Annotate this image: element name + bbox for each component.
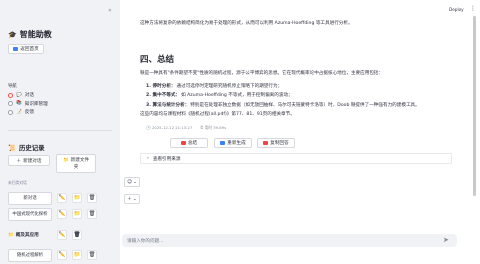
summarize-button[interactable]: 总结 (170, 138, 208, 148)
plus-icon: ＋ (127, 197, 132, 202)
nav-item-feedback[interactable]: 📝 反馈 (8, 108, 48, 117)
move-folder-icon[interactable]: 📁 (72, 250, 82, 260)
conversation-button[interactable]: 中国式现代化探析 (8, 207, 52, 221)
answer-paragraph: 这种方法将复杂的依赖结构简化为易于处理的形式，从而可以利用 Azuma-Hoef… (140, 21, 353, 26)
folder-icon: 📁 (62, 157, 69, 163)
copy-answer-button[interactable]: 复制回答 (257, 138, 295, 148)
move-folder-icon[interactable]: 📁 (72, 193, 82, 203)
chevron-down-icon: ⌄ (132, 196, 137, 202)
books-icon: 📚 (16, 101, 22, 107)
conversation-row: 随机过程解析 ✏️ 📁 🗑 (8, 248, 112, 262)
radio-button[interactable] (8, 101, 13, 107)
sidebar-divider (8, 130, 112, 131)
conversation-row: 新对话 ✏️ 📁 🗑 (8, 191, 112, 205)
history-title: 📜 历史记录 (8, 143, 45, 153)
scrollbar-thumb[interactable] (473, 16, 476, 196)
chevron-right-icon: › (147, 156, 149, 161)
refresh-icon (220, 141, 226, 145)
collapse-sidebar-icon[interactable]: « (108, 8, 112, 14)
nav-radio-group: 💬 对话 📚 知识库管理 📝 反馈 (8, 91, 48, 117)
send-icon[interactable]: ➤ (443, 237, 449, 244)
edit-pencil-icon[interactable]: ✏️ (57, 209, 67, 219)
main-menu-icon[interactable]: ⋮ (470, 5, 476, 12)
radio-button[interactable] (8, 109, 13, 115)
deploy-button[interactable]: Deploy (449, 7, 464, 12)
message-meta: 🕑 2025-12-12 21:13:27 ⏱ 用时 39.89s (146, 125, 227, 130)
move-folder-icon[interactable]: 📁 (72, 209, 82, 219)
attach-button[interactable]: ＋ ⌄ (124, 194, 140, 204)
list-item: 3. 算法与统计分析： 特别是在处理非独立数据（如无放回抽样、马尔可夫链蒙特卡洛等… (146, 102, 420, 108)
smiley-icon: ☺ (127, 179, 132, 185)
clipboard-icon (263, 141, 269, 145)
list-item: 2. 集中不等式：如 Azuma-Hoeffding 不等式，用于控制偏离的波动… (146, 93, 293, 99)
section-heading: 四、总结 (140, 55, 175, 65)
speech-balloon-icon: 💬 (16, 92, 22, 98)
nav-item-knowledge-base[interactable]: 📚 知识库管理 (8, 100, 48, 109)
plus-icon: ＋ (16, 158, 22, 164)
answer-paragraph: 鞅是一种具有"条件期望不变"性质的随机过程，源于公平博弈的思想。它在现代概率论中… (140, 71, 384, 76)
regenerate-button[interactable]: 重新生成 (214, 138, 252, 148)
delete-trash-icon[interactable]: 🗑 (87, 209, 97, 219)
answer-paragraph: 这些内容均与课程材料《随机过程(all.pdf)》第77、81、91页的相关章节… (140, 112, 295, 117)
delete-trash-icon[interactable]: 🗑 (87, 193, 97, 203)
new-folder-button[interactable]: 📁 新建文件 夹 (56, 154, 96, 173)
chevron-down-icon: ⌄ (132, 179, 137, 185)
conversation-button[interactable]: 新对话 (8, 191, 52, 205)
list-item: 1. 停时分析： 通过可选停时定理研究随机停止策略下的期望行为； (146, 83, 283, 89)
emoji-settings-button[interactable]: ☺ ⌄ (124, 177, 140, 187)
back-home-button[interactable]: 返回首页 (8, 44, 44, 54)
summary-icon (180, 141, 186, 145)
delete-trash-icon[interactable]: 🗑 (72, 230, 82, 240)
nav-item-chat[interactable]: 💬 对话 (8, 91, 48, 100)
chat-input[interactable]: 请输入你的问题... (122, 234, 457, 247)
app-title: 🎓 智能助教 (8, 30, 52, 39)
folder-icon: 📁 (8, 232, 14, 238)
sidebar: « 🎓 智能助教 返回首页 导航 💬 对话 📚 知识库管理 📝 反馈 📜 历史记… (0, 0, 120, 264)
sources-expander[interactable]: › 查看引用来源 (140, 153, 452, 164)
delete-trash-icon[interactable]: 🗑 (87, 250, 97, 260)
unfiled-label: 未归类对话 (8, 180, 27, 185)
edit-pencil-icon[interactable]: ✏️ (57, 193, 67, 203)
edit-pencil-icon[interactable]: ✏️ (57, 250, 67, 260)
memo-icon: 📝 (16, 109, 22, 115)
conversation-button[interactable]: 随机过程解析 (8, 248, 52, 262)
radio-button-selected[interactable] (8, 92, 13, 98)
nav-label: 导航 (8, 84, 17, 89)
history-icon: 📜 (8, 143, 16, 152)
conversation-row: 中国式现代化探析 ✏️ 📁 🗑 (8, 207, 112, 221)
scrollbar[interactable] (473, 16, 476, 242)
graduation-cap-icon: 🎓 (8, 30, 17, 39)
new-chat-button[interactable]: ＋ 新建对话 (8, 155, 50, 166)
folder-row[interactable]: 📁 概及其应用 ✏️ 🗑 (8, 230, 112, 240)
home-icon (13, 47, 19, 51)
edit-pencil-icon[interactable]: ✏️ (57, 230, 67, 240)
ordered-list: 1. 停时分析： 通过可选停时定理研究随机停止策略下的期望行为； 2. 集中不等式… (146, 81, 420, 110)
